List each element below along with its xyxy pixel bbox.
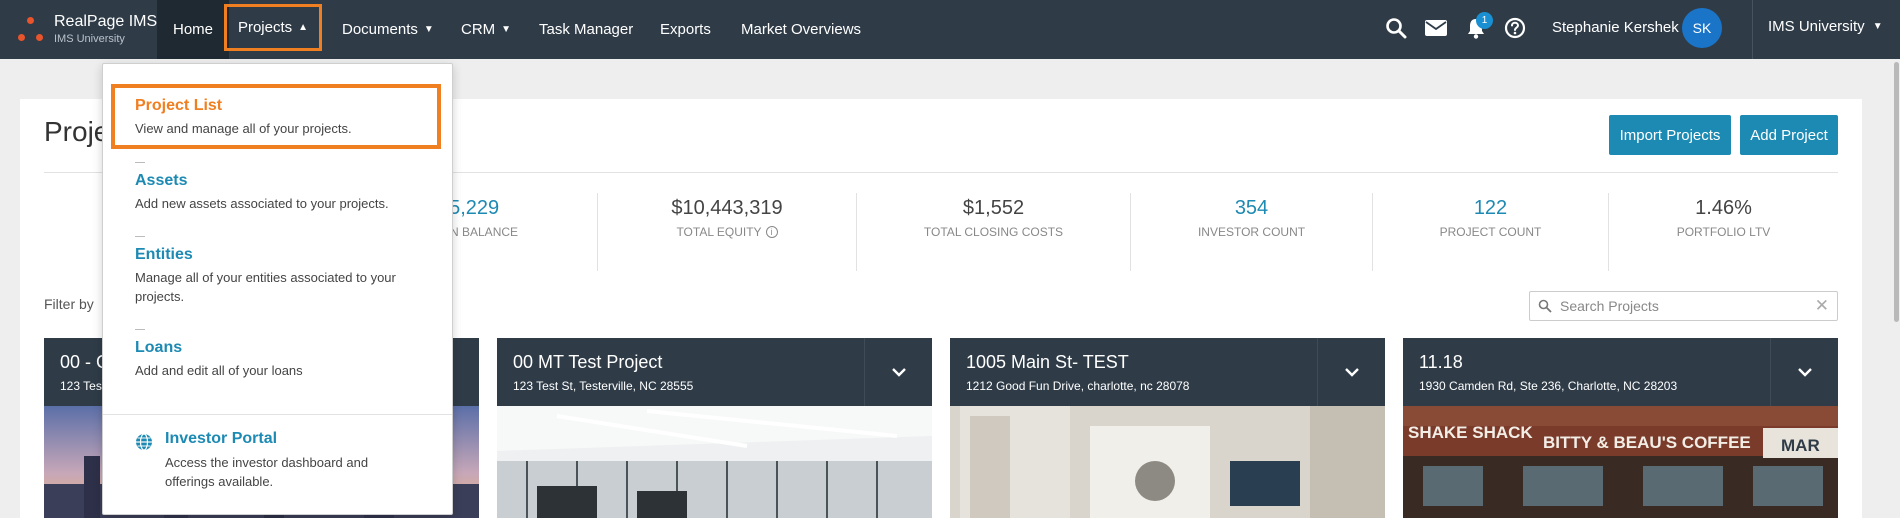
project-address: 1930 Camden Rd, Ste 236, Charlotte, NC 2…	[1419, 379, 1678, 393]
project-card[interactable]: 11.18 1930 Camden Rd, Ste 236, Charlotte…	[1403, 338, 1838, 518]
nav-task-manager[interactable]: Task Manager	[539, 0, 633, 59]
project-card-expand[interactable]	[1317, 338, 1385, 406]
menu-item-title[interactable]: Assets	[135, 172, 187, 190]
page-title: Proje	[44, 116, 110, 147]
stat-value: 354	[1234, 197, 1269, 219]
storefront-sign-left: SHAKE SHACK	[1408, 423, 1533, 442]
stat-value: 122	[1473, 197, 1508, 219]
globe-icon	[136, 433, 152, 451]
menu-separator	[135, 329, 145, 330]
project-address: 123 Tes	[60, 379, 102, 393]
highlight-box	[111, 84, 441, 149]
chevron-down-icon	[1797, 367, 1812, 377]
page-scrollbar-thumb[interactable]	[1894, 62, 1899, 322]
chevron-up-icon: ▲	[298, 22, 309, 33]
search-projects-box[interactable]: ✕	[1529, 291, 1838, 321]
project-card-header: 00 MT Test Project 123 Test St, Testervi…	[497, 338, 932, 406]
filter-label: Filter by	[44, 296, 94, 312]
chevron-down-icon	[1344, 367, 1359, 377]
search-icon	[1538, 299, 1552, 313]
close-icon[interactable]: ✕	[1815, 297, 1829, 315]
realpage-logo-icon	[18, 17, 44, 43]
menu-item-desc: Access the investor dashboard and offeri…	[165, 455, 369, 489]
stat-total-closing-costs: $1,552 TOTAL CLOSING COSTS	[857, 195, 1130, 239]
nav-documents[interactable]: Documents ▼	[342, 0, 434, 59]
chevron-down-icon	[891, 367, 906, 377]
stat-label: PROJECT COUNT	[1439, 225, 1542, 239]
storefront-sign-right: MAR	[1781, 436, 1820, 455]
project-card-expand[interactable]	[864, 338, 932, 406]
stat-investor-count: 354 INVESTOR COUNT	[1131, 195, 1372, 239]
menu-item-title[interactable]: Project List	[135, 97, 222, 115]
menu-separator	[135, 162, 145, 163]
search-icon[interactable]	[1382, 14, 1410, 42]
chevron-down-icon: ▼	[1872, 20, 1883, 32]
storefront-sign-middle: BITTY & BEAU'S COFFEE	[1543, 433, 1751, 452]
user-name[interactable]: Stephanie Kershek	[1552, 0, 1679, 55]
project-address: 1212 Good Fun Drive, charlotte, nc 28078	[966, 379, 1190, 393]
add-project-button[interactable]: Add Project	[1740, 115, 1838, 155]
stat-label: TOTAL CLOSING COSTS	[923, 225, 1064, 239]
nav-exports[interactable]: Exports	[660, 0, 711, 59]
help-icon[interactable]	[1501, 14, 1529, 42]
nav-market-overviews[interactable]: Market Overviews	[741, 0, 861, 59]
stat-portfolio-ltv: 1.46% PORTFOLIO LTV	[1609, 195, 1838, 239]
notification-count-badge: 1	[1476, 12, 1493, 29]
stat-value: 1.46%	[1695, 197, 1752, 219]
project-image: SHAKE SHACK BITTY & BEAU'S COFFEE MAR	[1403, 406, 1838, 518]
info-icon[interactable]: i	[765, 226, 778, 238]
project-card[interactable]: 00 MT Test Project 123 Test St, Testervi…	[497, 338, 932, 518]
org-switcher[interactable]: IMS University ▼	[1768, 0, 1883, 52]
stat-label: TOTAL EQUITY i	[598, 225, 856, 239]
nav-documents-label: Documents	[342, 21, 418, 38]
nav-crm-label: CRM	[461, 21, 496, 38]
avatar[interactable]: SK	[1682, 8, 1722, 48]
import-projects-button[interactable]: Import Projects	[1609, 115, 1731, 155]
project-name[interactable]: 11.18	[1419, 352, 1463, 373]
stat-value: $10,443,319	[671, 197, 783, 219]
brand-logo[interactable]: RealPage IMS IMS University	[18, 10, 157, 50]
org-switcher-label: IMS University	[1768, 17, 1865, 35]
project-name[interactable]: 00 MT Test Project	[513, 352, 662, 373]
menu-item-title[interactable]: Entities	[135, 246, 193, 264]
search-input[interactable]	[1560, 295, 1810, 317]
top-navbar: RealPage IMS IMS University Home Project…	[0, 0, 1900, 59]
project-image	[497, 406, 932, 518]
nav-projects[interactable]: Projects ▲	[224, 4, 322, 51]
nav-crm[interactable]: CRM ▼	[461, 0, 511, 59]
brand-title: RealPage IMS	[54, 13, 158, 30]
projects-dropdown-menu: Project List View and manage all of your…	[102, 63, 453, 515]
stat-value: $1,552	[962, 197, 1025, 219]
stat-label: INVESTOR COUNT	[1197, 225, 1306, 239]
project-card[interactable]: 1005 Main St- TEST 1212 Good Fun Drive, …	[950, 338, 1385, 518]
menu-divider	[103, 414, 452, 415]
stat-label: PORTFOLIO LTV	[1676, 225, 1771, 239]
menu-item-desc: View and manage all of your projects.	[135, 121, 352, 136]
nav-divider	[1752, 0, 1753, 59]
nav-home[interactable]: Home	[157, 0, 229, 59]
menu-item-desc: Manage all of your entities associated t…	[135, 270, 396, 304]
project-address: 123 Test St, Testerville, NC 28555	[513, 379, 694, 393]
project-card-header: 1005 Main St- TEST 1212 Good Fun Drive, …	[950, 338, 1385, 406]
project-image	[950, 406, 1385, 518]
mail-icon[interactable]	[1422, 14, 1450, 42]
nav-projects-label: Projects	[237, 19, 293, 36]
menu-item-title[interactable]: Loans	[135, 339, 182, 357]
project-card-header: 11.18 1930 Camden Rd, Ste 236, Charlotte…	[1403, 338, 1838, 406]
stat-project-count: 122 PROJECT COUNT	[1373, 195, 1608, 239]
menu-item-title[interactable]: Investor Portal	[165, 430, 277, 448]
stat-label-text: TOTAL EQUITY	[676, 225, 762, 239]
project-name[interactable]: 1005 Main St- TEST	[966, 352, 1129, 373]
stat-total-equity: $10,443,319 TOTAL EQUITY i	[598, 195, 856, 239]
chevron-down-icon: ▼	[423, 24, 434, 35]
menu-item-desc: Add and edit all of your loans	[135, 363, 303, 378]
brand-subtitle: IMS University	[54, 33, 125, 45]
project-card-expand[interactable]	[1770, 338, 1838, 406]
menu-separator	[135, 236, 145, 237]
menu-item-desc: Add new assets associated to your projec…	[135, 196, 389, 211]
chevron-down-icon: ▼	[501, 24, 512, 35]
